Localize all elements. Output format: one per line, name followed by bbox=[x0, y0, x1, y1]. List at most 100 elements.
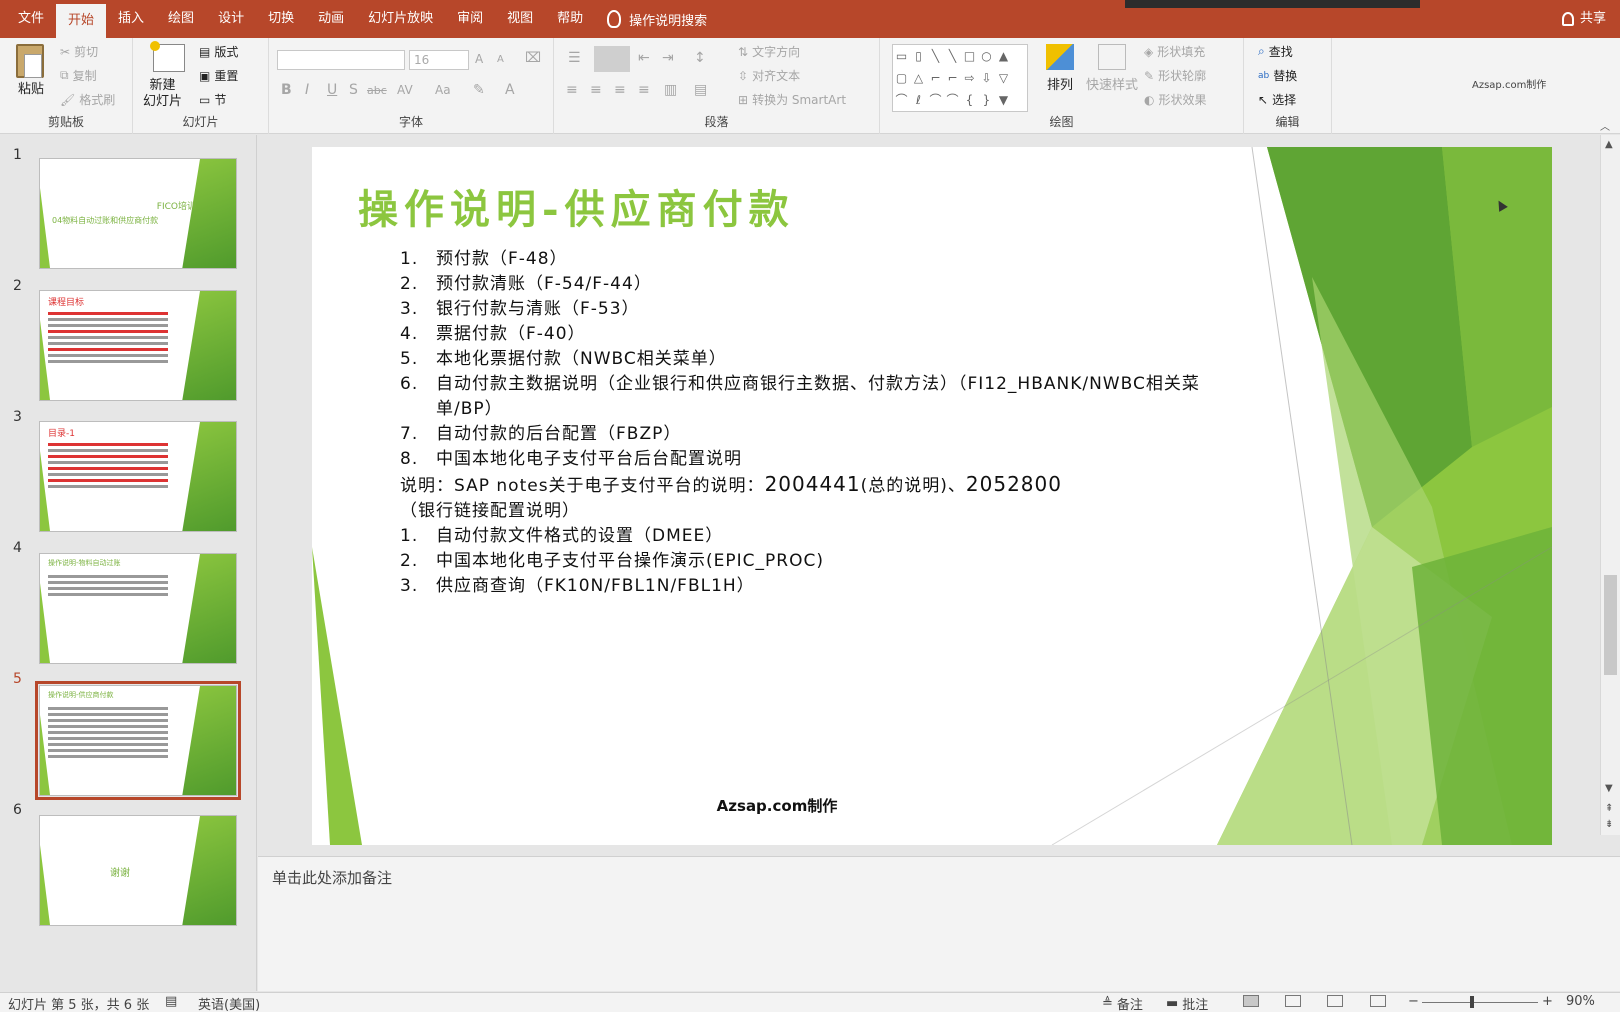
shape-outline-button[interactable]: ✎ 形状轮廓 bbox=[1144, 67, 1206, 84]
font-name-input[interactable] bbox=[277, 50, 405, 70]
vertical-scrollbar[interactable]: ▲ ▼ ⇞ ⇟ bbox=[1600, 135, 1620, 835]
zoom-level[interactable]: 90% bbox=[1566, 994, 1595, 1009]
triangle-icon[interactable]: △ bbox=[910, 67, 927, 89]
tab-help[interactable]: 帮助 bbox=[545, 0, 595, 38]
font-size-input[interactable]: 16 bbox=[409, 50, 469, 70]
justify-icon[interactable]: ≡ bbox=[638, 82, 650, 98]
arrange-button[interactable]: 排列 bbox=[1046, 44, 1074, 93]
elbow-connector-icon[interactable]: ⌐ bbox=[927, 67, 944, 89]
align-text-button[interactable]: ⇳ 对齐文本 bbox=[738, 67, 800, 84]
tab-slideshow[interactable]: 幻灯片放映 bbox=[356, 0, 445, 38]
brace-right-icon[interactable]: } bbox=[978, 89, 995, 111]
format-painter-button[interactable]: 🖌 格式刷 bbox=[60, 91, 115, 108]
share-button[interactable]: 共享 bbox=[1561, 0, 1606, 38]
slide-thumbnail-1[interactable]: FICO培训 04物料自动过账和供应商付款 bbox=[39, 158, 237, 269]
textbox-vertical-icon[interactable]: ▯ bbox=[910, 45, 927, 67]
slide-content[interactable]: 1. 预付款（F-48） 2. 预付款清账（F-54/F-44） 3. 银行付款与清账（F… bbox=[400, 247, 1240, 599]
select-button[interactable]: ↖ 选择 bbox=[1258, 91, 1296, 108]
shrink-font-button[interactable]: A bbox=[497, 54, 504, 65]
scroll-down-arrow-icon[interactable]: ▼ bbox=[1605, 783, 1613, 794]
align-left-icon[interactable]: ≡ bbox=[566, 82, 578, 98]
tab-view[interactable]: 视图 bbox=[495, 0, 545, 38]
slide-thumbnail-6[interactable]: 谢谢 bbox=[39, 815, 237, 926]
align-center-icon[interactable]: ≡ bbox=[590, 82, 602, 98]
bold-button[interactable]: B bbox=[281, 82, 292, 98]
paste-button[interactable]: 粘贴 bbox=[18, 78, 44, 97]
tab-file[interactable]: 文件 bbox=[6, 0, 56, 38]
scroll-up-icon[interactable]: ▲ bbox=[995, 45, 1012, 67]
underline-button[interactable]: U bbox=[327, 82, 337, 98]
change-case-button[interactable]: Aa bbox=[435, 83, 451, 97]
zoom-out-button[interactable]: − bbox=[1408, 994, 1419, 1009]
slide-sorter-button[interactable] bbox=[1285, 995, 1301, 1007]
zoom-slider[interactable] bbox=[1422, 1002, 1538, 1003]
rectangle-icon[interactable]: □ bbox=[961, 45, 978, 67]
zoom-in-button[interactable]: + bbox=[1542, 994, 1553, 1009]
comments-toggle[interactable]: ▬ 批注 bbox=[1166, 994, 1208, 1012]
normal-view-button[interactable] bbox=[1243, 995, 1259, 1007]
increase-indent-icon[interactable]: ⇥ bbox=[662, 50, 674, 66]
clear-format-icon[interactable]: ⌧ bbox=[525, 50, 541, 66]
quick-styles-button[interactable]: 快速样式 bbox=[1086, 44, 1138, 93]
char-spacing-button[interactable]: AV bbox=[397, 83, 413, 97]
line-icon[interactable]: ╲ bbox=[944, 45, 961, 67]
shapes-gallery[interactable]: ▭ ▯ ╲ ╲ □ ○ ▲ ▢ △ ⌐ ⌐ ⇨ ⇩ ▽ ⌒ ℓ ⌒ ⌒ {} … bbox=[892, 44, 1028, 112]
slide-title[interactable]: 操作说明-供应商付款 bbox=[358, 177, 795, 235]
paragraph-more-icon[interactable]: ▤ bbox=[694, 82, 707, 98]
new-slide-icon[interactable] bbox=[150, 41, 185, 72]
prev-slide-icon[interactable]: ⇞ bbox=[1605, 803, 1613, 814]
shadow-button[interactable]: S bbox=[349, 82, 358, 98]
reading-view-button[interactable] bbox=[1327, 995, 1343, 1007]
language-indicator[interactable]: 英语(美国) bbox=[198, 994, 260, 1012]
replace-button[interactable]: ab 替换 bbox=[1258, 67, 1297, 84]
line-spacing-icon[interactable]: ↕ bbox=[694, 50, 706, 66]
tab-design[interactable]: 设计 bbox=[206, 0, 256, 38]
numbering-icon[interactable] bbox=[594, 46, 630, 72]
slide-thumbnail-2[interactable]: 课程目标 bbox=[39, 290, 237, 401]
tab-home[interactable]: 开始 bbox=[56, 4, 107, 38]
shape-fill-button[interactable]: ◈ 形状填充 bbox=[1144, 43, 1205, 60]
columns-icon[interactable]: ▥ bbox=[664, 82, 677, 98]
brace-left-icon[interactable]: { bbox=[961, 89, 978, 111]
strikethrough-button[interactable]: abc bbox=[367, 84, 387, 97]
grow-font-button[interactable]: A bbox=[475, 52, 483, 66]
slide-thumbnail-5[interactable]: 操作说明-供应商付款 bbox=[35, 681, 241, 800]
arrow-down-icon[interactable]: ⇩ bbox=[978, 67, 995, 89]
spellcheck-icon[interactable]: ▤ bbox=[165, 994, 177, 1009]
align-right-icon[interactable]: ≡ bbox=[614, 82, 626, 98]
font-color-icon[interactable]: A bbox=[505, 82, 515, 98]
smartart-button[interactable]: ⊞ 转换为 SmartArt bbox=[738, 91, 846, 108]
oval-icon[interactable]: ○ bbox=[978, 45, 995, 67]
reset-button[interactable]: ▣ 重置 bbox=[199, 67, 238, 84]
slideshow-button[interactable] bbox=[1370, 995, 1386, 1007]
highlight-icon[interactable]: ✎ bbox=[473, 82, 485, 98]
new-slide-button[interactable]: 新建 幻灯片 bbox=[143, 78, 182, 110]
find-button[interactable]: ⌕ 查找 bbox=[1258, 43, 1293, 60]
tell-me-search[interactable]: 操作说明搜索 bbox=[607, 10, 707, 29]
text-direction-button[interactable]: ⇅ 文字方向 bbox=[738, 43, 800, 60]
shape-effects-button[interactable]: ◐ 形状效果 bbox=[1144, 91, 1207, 108]
scrollbar-thumb[interactable] bbox=[1604, 575, 1617, 675]
next-slide-icon[interactable]: ⇟ bbox=[1605, 819, 1613, 830]
current-slide[interactable]: 操作说明-供应商付款 1. 预付款（F-48） 2. 预付款清账（F-54/F-44）… bbox=[312, 147, 1552, 845]
textbox-icon[interactable]: ▭ bbox=[893, 45, 910, 67]
tab-insert[interactable]: 插入 bbox=[106, 0, 156, 38]
tab-review[interactable]: 审阅 bbox=[445, 0, 495, 38]
gallery-more-icon[interactable]: ▼ bbox=[995, 89, 1012, 111]
zoom-slider-knob[interactable] bbox=[1470, 996, 1474, 1008]
notes-toggle[interactable]: ≜ 备注 bbox=[1102, 994, 1143, 1012]
paste-icon[interactable] bbox=[16, 44, 44, 78]
scroll-up-arrow-icon[interactable]: ▲ bbox=[1605, 139, 1613, 150]
decrease-indent-icon[interactable]: ⇤ bbox=[638, 50, 650, 66]
copy-button[interactable]: ⧉ 复制 bbox=[60, 67, 97, 84]
slide-thumbnail-3[interactable]: 目录-1 bbox=[39, 421, 237, 532]
layout-button[interactable]: ▤ 版式 bbox=[199, 43, 238, 60]
collapse-ribbon-icon[interactable]: ︿ bbox=[1600, 118, 1610, 133]
tab-animations[interactable]: 动画 bbox=[306, 0, 356, 38]
slide-thumbnail-4[interactable]: 操作说明-物料自动过账 bbox=[39, 553, 237, 664]
tab-draw[interactable]: 绘图 bbox=[156, 0, 206, 38]
notes-pane[interactable]: 单击此处添加备注 bbox=[258, 856, 1620, 991]
arc-icon[interactable]: ⌒ bbox=[927, 89, 944, 111]
curve-icon[interactable]: ⌒ bbox=[893, 89, 910, 111]
arc-icon[interactable]: ⌒ bbox=[944, 89, 961, 111]
